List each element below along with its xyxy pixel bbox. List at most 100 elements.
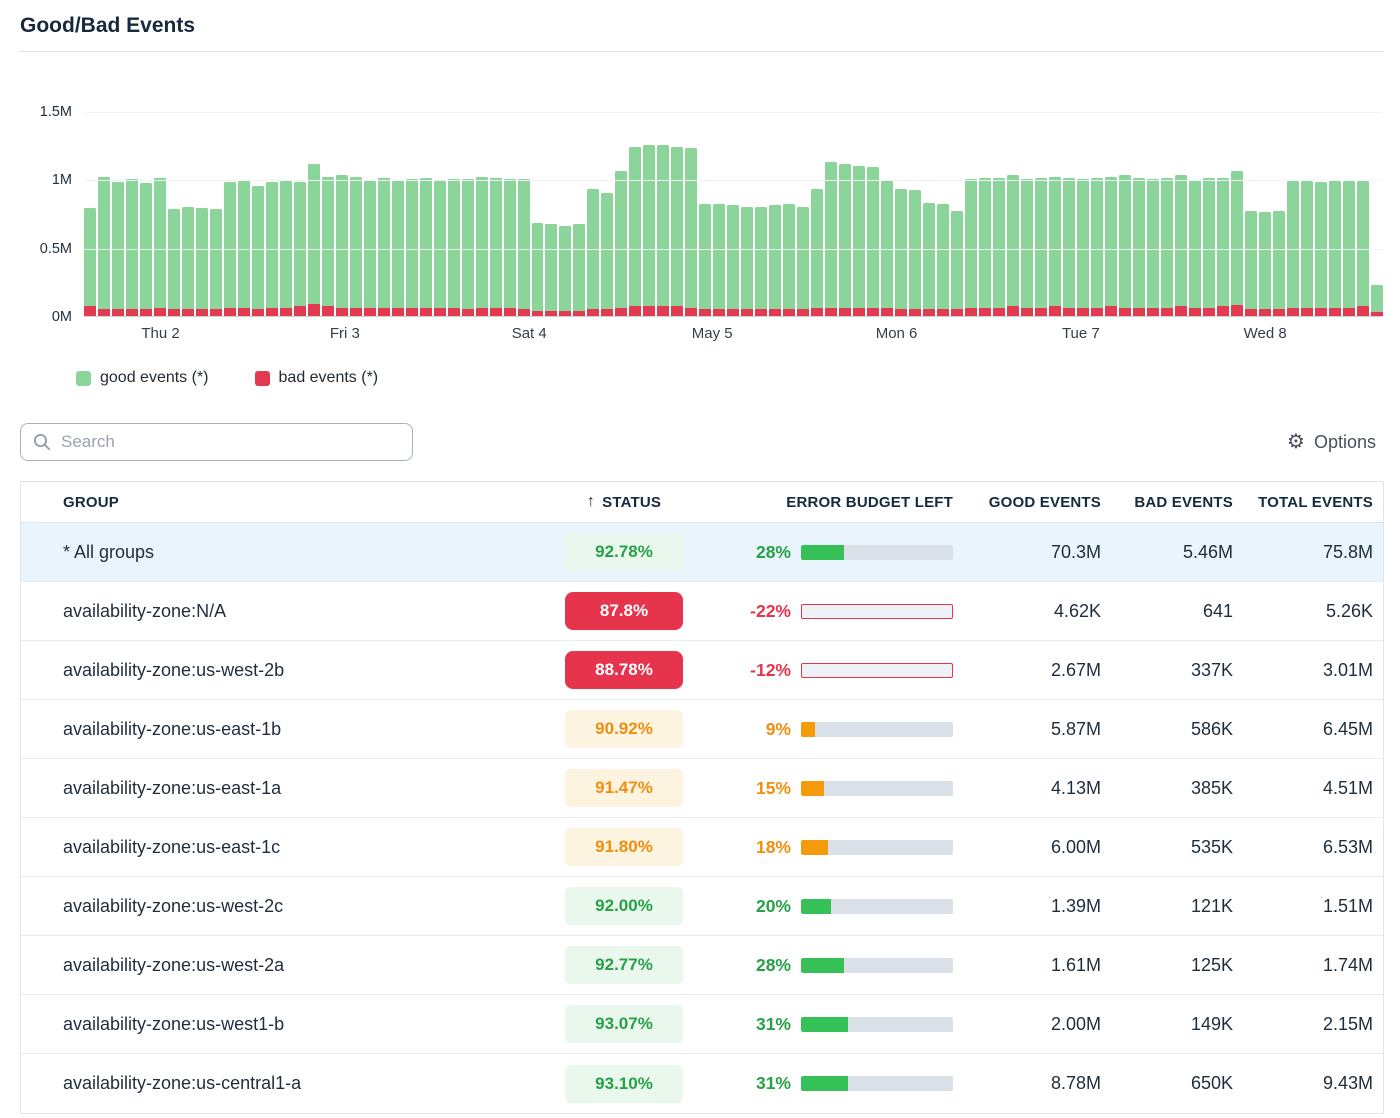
chart-bar <box>993 178 1005 316</box>
y-axis-tick-label: 0.5M <box>40 241 72 257</box>
error-budget-bar <box>801 899 953 914</box>
x-axis-tick-label: Sat 4 <box>512 325 547 342</box>
error-budget-value: 15% <box>756 778 791 799</box>
header-bad-events[interactable]: BAD EVENTS <box>1101 494 1233 511</box>
status-badge: 90.92% <box>565 710 683 748</box>
chart-bar <box>951 211 963 316</box>
chart-bar <box>811 189 823 316</box>
error-budget-bar-fill <box>801 781 824 796</box>
chart-bar <box>378 178 390 316</box>
good-events-value: 4.13M <box>953 778 1101 799</box>
legend-swatch <box>76 371 91 386</box>
chart-bar <box>657 145 669 316</box>
table-row[interactable]: * All groups 92.78% 28% 70.3M 5.46M 75.8… <box>21 523 1383 582</box>
chart-bar <box>713 204 725 316</box>
legend-label: bad events (*) <box>279 369 379 387</box>
chart-bar <box>1049 177 1061 316</box>
chart-bar <box>1371 285 1383 316</box>
bad-events-value: 385K <box>1101 778 1233 799</box>
y-axis-tick-label: 0M <box>52 309 72 325</box>
table-row[interactable]: availability-zone:us-central1-a 93.10% 3… <box>21 1054 1383 1113</box>
chart-bar <box>336 175 348 316</box>
status-badge: 93.07% <box>565 1005 683 1043</box>
good-events-value: 1.39M <box>953 896 1101 917</box>
error-budget-bar-fill <box>801 722 815 737</box>
status-badge: 92.77% <box>565 946 683 984</box>
chart-bar <box>252 186 264 316</box>
error-budget-value: 18% <box>756 837 791 858</box>
chart-bar <box>559 226 571 316</box>
sort-ascending-icon: ↑ <box>587 493 595 511</box>
header-status-label: STATUS <box>602 494 661 511</box>
x-axis-tick-label: Mon 6 <box>876 325 918 342</box>
error-budget-value: 28% <box>756 542 791 563</box>
group-name: * All groups <box>63 542 549 563</box>
error-budget-bar-fill <box>801 958 844 973</box>
good-events-value: 5.87M <box>953 719 1101 740</box>
chart-bar <box>853 166 865 316</box>
legend-item[interactable]: bad events (*) <box>255 369 379 387</box>
groups-table: GROUP ↑ STATUS ERROR BUDGET LEFT GOOD EV… <box>20 481 1384 1114</box>
gridline <box>84 249 1382 250</box>
total-events-value: 4.51M <box>1233 778 1383 799</box>
options-button[interactable]: ⚙ Options <box>1287 432 1384 453</box>
title-divider <box>20 51 1384 52</box>
legend-item[interactable]: good events (*) <box>76 369 209 387</box>
good-events-value: 1.61M <box>953 955 1101 976</box>
error-budget-value: 20% <box>756 896 791 917</box>
dashboard-page: Good/Bad Events 1.5M1M0.5M0M Thu 2Fri 3S… <box>0 0 1400 1114</box>
header-error-budget[interactable]: ERROR BUDGET LEFT <box>699 494 953 511</box>
chart-bar <box>825 162 837 316</box>
status-badge: 87.8% <box>565 592 683 630</box>
chart-bar <box>727 205 739 316</box>
error-budget-value: -22% <box>750 601 791 622</box>
table-row[interactable]: availability-zone:us-east-1c 91.80% 18% … <box>21 818 1383 877</box>
chart-bar <box>490 178 502 316</box>
group-name: availability-zone:us-east-1b <box>63 719 549 740</box>
total-events-value: 6.45M <box>1233 719 1383 740</box>
table-row[interactable]: availability-zone:us-west-2a 92.77% 28% … <box>21 936 1383 995</box>
error-budget-value: 31% <box>756 1073 791 1094</box>
chart-bar <box>629 147 641 316</box>
table-row[interactable]: availability-zone:us-east-1b 90.92% 9% 5… <box>21 700 1383 759</box>
chart-bar <box>685 148 697 316</box>
chart-bar <box>699 204 711 316</box>
search-box[interactable] <box>20 423 413 461</box>
x-axis-tick-label: Thu 2 <box>141 325 179 342</box>
chart-bar <box>1203 178 1215 316</box>
table-row[interactable]: availability-zone:N/A 87.8% -22% 4.62K 6… <box>21 582 1383 641</box>
table-row[interactable]: availability-zone:us-west-2c 92.00% 20% … <box>21 877 1383 936</box>
y-axis-tick-label: 1M <box>52 172 72 188</box>
good-events-value: 8.78M <box>953 1073 1101 1094</box>
error-budget-bar-fill <box>801 840 828 855</box>
chart-bar <box>923 203 935 316</box>
chart-bar <box>476 177 488 316</box>
gear-icon: ⚙ <box>1287 432 1305 452</box>
options-label: Options <box>1314 432 1376 453</box>
chart-bar <box>196 208 208 316</box>
legend-label: good events (*) <box>100 369 209 387</box>
total-events-value: 3.01M <box>1233 660 1383 681</box>
chart-bar <box>769 205 781 316</box>
chart-bar <box>154 178 166 316</box>
chart-bar <box>308 164 320 316</box>
error-budget-bar <box>801 1017 953 1032</box>
error-budget-bar <box>801 604 953 619</box>
page-title: Good/Bad Events <box>20 10 1384 51</box>
status-badge: 93.10% <box>565 1065 683 1103</box>
chart-bar <box>643 145 655 316</box>
header-group[interactable]: GROUP <box>63 494 549 511</box>
error-budget-bar <box>801 722 953 737</box>
search-input[interactable] <box>61 432 400 452</box>
header-total-events[interactable]: TOTAL EVENTS <box>1233 494 1383 511</box>
bad-events-value: 149K <box>1101 1014 1233 1035</box>
table-row[interactable]: availability-zone:us-west1-b 93.07% 31% … <box>21 995 1383 1054</box>
header-good-events[interactable]: GOOD EVENTS <box>953 494 1101 511</box>
chart-bar <box>168 209 180 316</box>
chart-bar <box>587 189 599 316</box>
chart-bar <box>84 208 96 316</box>
table-row[interactable]: availability-zone:us-west-2b 88.78% -12%… <box>21 641 1383 700</box>
chart-bar <box>1273 211 1285 316</box>
header-status[interactable]: ↑ STATUS <box>549 493 699 511</box>
table-row[interactable]: availability-zone:us-east-1a 91.47% 15% … <box>21 759 1383 818</box>
